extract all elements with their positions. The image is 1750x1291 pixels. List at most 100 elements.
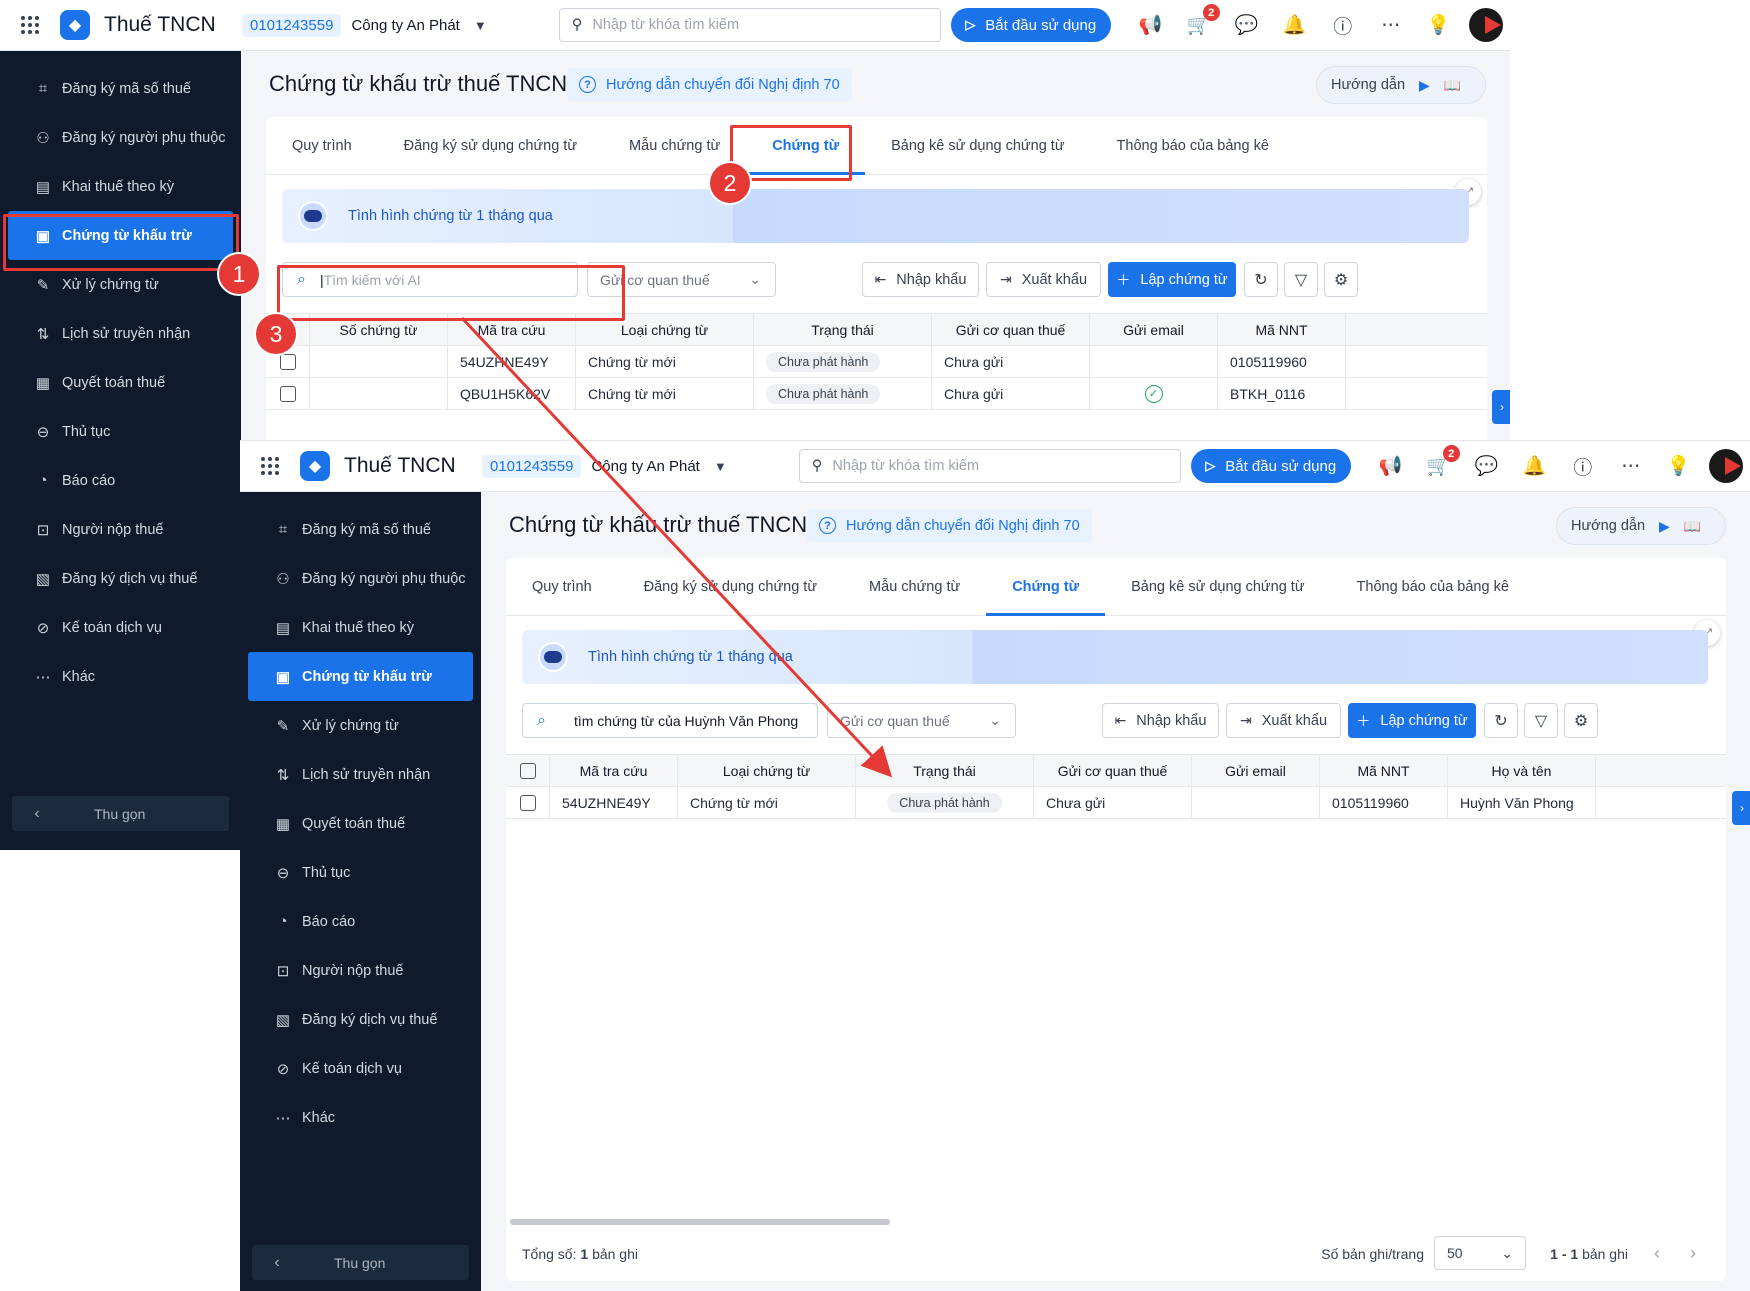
table-row[interactable]: 54UZHNE49Y Chứng từ mới Chưa phát hành C… (266, 346, 1487, 378)
guide-link[interactable]: ? Hướng dẫn chuyển đổi Nghị định 70 (567, 68, 852, 101)
sidebar-item-settlement[interactable]: ▦ Quyết toán thuế (248, 799, 473, 848)
col-sent-email[interactable]: Gửi email (1090, 314, 1218, 345)
tab-register[interactable]: Đăng ký sử dụng chứng từ (404, 117, 577, 175)
sidebar-item-procedure[interactable]: ⊖ Thủ tục (248, 848, 473, 897)
more-icon[interactable]: ⋯ (1607, 455, 1655, 478)
chevron-right-icon[interactable]: › (1690, 1243, 1696, 1264)
tax-status-select[interactable]: Gửi cơ quan thuế ⌄ (827, 703, 1016, 738)
collapse-button[interactable]: ‹ Thu gọn (252, 1245, 469, 1280)
filter-icon[interactable]: ▽ (1284, 262, 1318, 297)
chat-icon[interactable]: 💬 (1223, 13, 1271, 37)
col-sent-tax[interactable]: Gửi cơ quan thuế (1034, 755, 1192, 786)
sidebar-item-processing[interactable]: ✎ Xử lý chứng từ (248, 701, 473, 750)
row-checkbox[interactable] (279, 385, 296, 402)
export-button[interactable]: ⇥ Xuất khẩu (986, 262, 1101, 297)
sidebar-item-accounting[interactable]: ⊘ Kế toán dịch vụ (8, 603, 233, 652)
chevron-down-icon[interactable]: ▼ (474, 18, 487, 33)
export-button[interactable]: ⇥ Xuất khẩu (1226, 703, 1341, 738)
tab-process[interactable]: Quy trình (292, 117, 352, 175)
summary-banner[interactable]: Tình hình chứng từ 1 tháng qua (282, 189, 1469, 243)
sidebar-item-settlement[interactable]: ▦ Quyết toán thuế (8, 358, 233, 407)
sidebar-item-periodic[interactable]: ▤ Khai thuế theo kỳ (248, 603, 473, 652)
settings-icon[interactable]: ⚙ (1564, 703, 1598, 738)
table-row[interactable]: QBU1H5K62V Chứng từ mới Chưa phát hành C… (266, 378, 1487, 410)
filter-icon[interactable]: ▽ (1524, 703, 1558, 738)
side-panel-toggle-icon[interactable]: › (1732, 791, 1750, 825)
help-button[interactable]: Hướng dẫn ▶ 📖 (1556, 507, 1726, 545)
global-search-input[interactable]: ⚲ Nhập từ khóa tìm kiếm (558, 8, 941, 42)
company-name[interactable]: Công ty An Phát (351, 17, 459, 34)
sidebar-item-other[interactable]: ⋯ Khác (248, 1093, 473, 1142)
tab-usage-list[interactable]: Bảng kê sử dụng chứng từ (891, 117, 1064, 175)
help-icon[interactable]: ⓘ (1319, 12, 1367, 39)
col-taxpayer-id[interactable]: Mã NNT (1218, 314, 1346, 345)
guide-link[interactable]: ? Hướng dẫn chuyển đổi Nghị định 70 (807, 509, 1092, 542)
megaphone-icon[interactable]: 📢 (1367, 454, 1415, 478)
sidebar-item-history[interactable]: ⇅ Lịch sử truyền nhận (8, 309, 233, 358)
sidebar-item-withholding[interactable]: ▣ Chứng từ khấu trừ (248, 652, 473, 701)
col-lookup-code[interactable]: Mã tra cứu (550, 755, 678, 786)
sidebar-item-taxpayer[interactable]: ⊡ Người nộp thuế (8, 505, 233, 554)
side-panel-toggle-icon[interactable]: › (1492, 390, 1510, 424)
tax-id[interactable]: 0101243559 (482, 454, 582, 478)
sidebar-item-dependents[interactable]: ⚇ Đăng ký người phụ thuộc (248, 554, 473, 603)
table-row[interactable]: 54UZHNE49Y Chứng từ mới Chưa phát hành C… (506, 787, 1726, 819)
chevron-down-icon[interactable]: ▼ (714, 459, 727, 474)
col-status[interactable]: Trạng thái (856, 755, 1034, 786)
sidebar-item-tax-id[interactable]: ⌗ Đăng ký mã số thuế (8, 64, 233, 113)
megaphone-icon[interactable]: 📢 (1127, 13, 1175, 37)
start-button[interactable]: ▷ Bắt đầu sử dụng (950, 8, 1111, 42)
tab-list-notice[interactable]: Thông báo của bảng kê (1117, 117, 1269, 175)
cart-icon[interactable]: 🛒 2 (1175, 4, 1223, 37)
app-grid-icon[interactable] (240, 456, 300, 476)
avatar[interactable] (1468, 8, 1503, 42)
lamp-icon[interactable]: 💡 (1415, 13, 1463, 37)
help-button[interactable]: Hướng dẫn ▶ 📖 (1316, 66, 1486, 104)
row-checkbox[interactable] (279, 353, 296, 370)
create-document-button[interactable]: ＋ Lập chứng từ (1348, 703, 1476, 738)
col-full-name[interactable]: Họ và tên (1448, 755, 1596, 786)
sidebar-item-other[interactable]: ⋯ Khác (8, 652, 233, 701)
col-status[interactable]: Trạng thái (754, 314, 932, 345)
row-checkbox[interactable] (519, 794, 536, 811)
ai-search-input[interactable]: ⌕ tìm chứng từ của Huỳnh Văn Phong (522, 703, 818, 738)
bell-icon[interactable]: 🔔 (1271, 13, 1319, 37)
tab-register[interactable]: Đăng ký sử dụng chứng từ (644, 558, 817, 616)
global-search-input[interactable]: ⚲ Nhập từ khóa tìm kiếm (798, 449, 1181, 483)
select-all-checkbox[interactable] (519, 762, 536, 779)
sidebar-item-procedure[interactable]: ⊖ Thủ tục (8, 407, 233, 456)
sidebar-item-taxpayer[interactable]: ⊡ Người nộp thuế (248, 946, 473, 995)
sidebar-item-history[interactable]: ⇅ Lịch sử truyền nhận (248, 750, 473, 799)
sidebar-item-dependents[interactable]: ⚇ Đăng ký người phụ thuộc (8, 113, 233, 162)
col-taxpayer-id[interactable]: Mã NNT (1320, 755, 1448, 786)
tab-template[interactable]: Mẫu chứng từ (629, 117, 720, 175)
sidebar-item-service[interactable]: ▧ Đăng ký dịch vụ thuế (8, 554, 233, 603)
col-sent-email[interactable]: Gửi email (1192, 755, 1320, 786)
more-icon[interactable]: ⋯ (1367, 14, 1415, 37)
app-grid-icon[interactable] (0, 15, 60, 35)
tax-id[interactable]: 0101243559 (242, 13, 342, 37)
col-sent-tax[interactable]: Gửi cơ quan thuế (932, 314, 1090, 345)
sidebar-item-tax-id[interactable]: ⌗ Đăng ký mã số thuế (248, 505, 473, 554)
sidebar-item-service[interactable]: ▧ Đăng ký dịch vụ thuế (248, 995, 473, 1044)
col-doc-type[interactable]: Loại chứng từ (678, 755, 856, 786)
tab-list-notice[interactable]: Thông báo của bảng kê (1357, 558, 1509, 616)
settings-icon[interactable]: ⚙ (1324, 262, 1358, 297)
sidebar-item-accounting[interactable]: ⊘ Kế toán dịch vụ (248, 1044, 473, 1093)
start-button[interactable]: ▷ Bắt đầu sử dụng (1190, 449, 1351, 483)
help-icon[interactable]: ⓘ (1559, 453, 1607, 480)
lamp-icon[interactable]: 💡 (1655, 454, 1703, 478)
tab-usage-list[interactable]: Bảng kê sử dụng chứng từ (1131, 558, 1304, 616)
import-button[interactable]: ⇤ Nhập khẩu (862, 262, 979, 297)
collapse-button[interactable]: ‹ Thu gọn (12, 796, 229, 831)
import-button[interactable]: ⇤ Nhập khẩu (1102, 703, 1219, 738)
chevron-left-icon[interactable]: ‹ (1654, 1243, 1660, 1264)
chat-icon[interactable]: 💬 (1463, 454, 1511, 478)
horizontal-scrollbar[interactable] (510, 1219, 890, 1225)
tab-template[interactable]: Mẫu chứng từ (869, 558, 960, 616)
sidebar-item-report[interactable]: ◔ Báo cáo (8, 456, 233, 505)
tab-process[interactable]: Quy trình (532, 558, 592, 616)
sidebar-item-report[interactable]: ◔ Báo cáo (248, 897, 473, 946)
page-size-select[interactable]: 50 ⌄ (1434, 1236, 1526, 1270)
avatar[interactable] (1708, 449, 1743, 483)
